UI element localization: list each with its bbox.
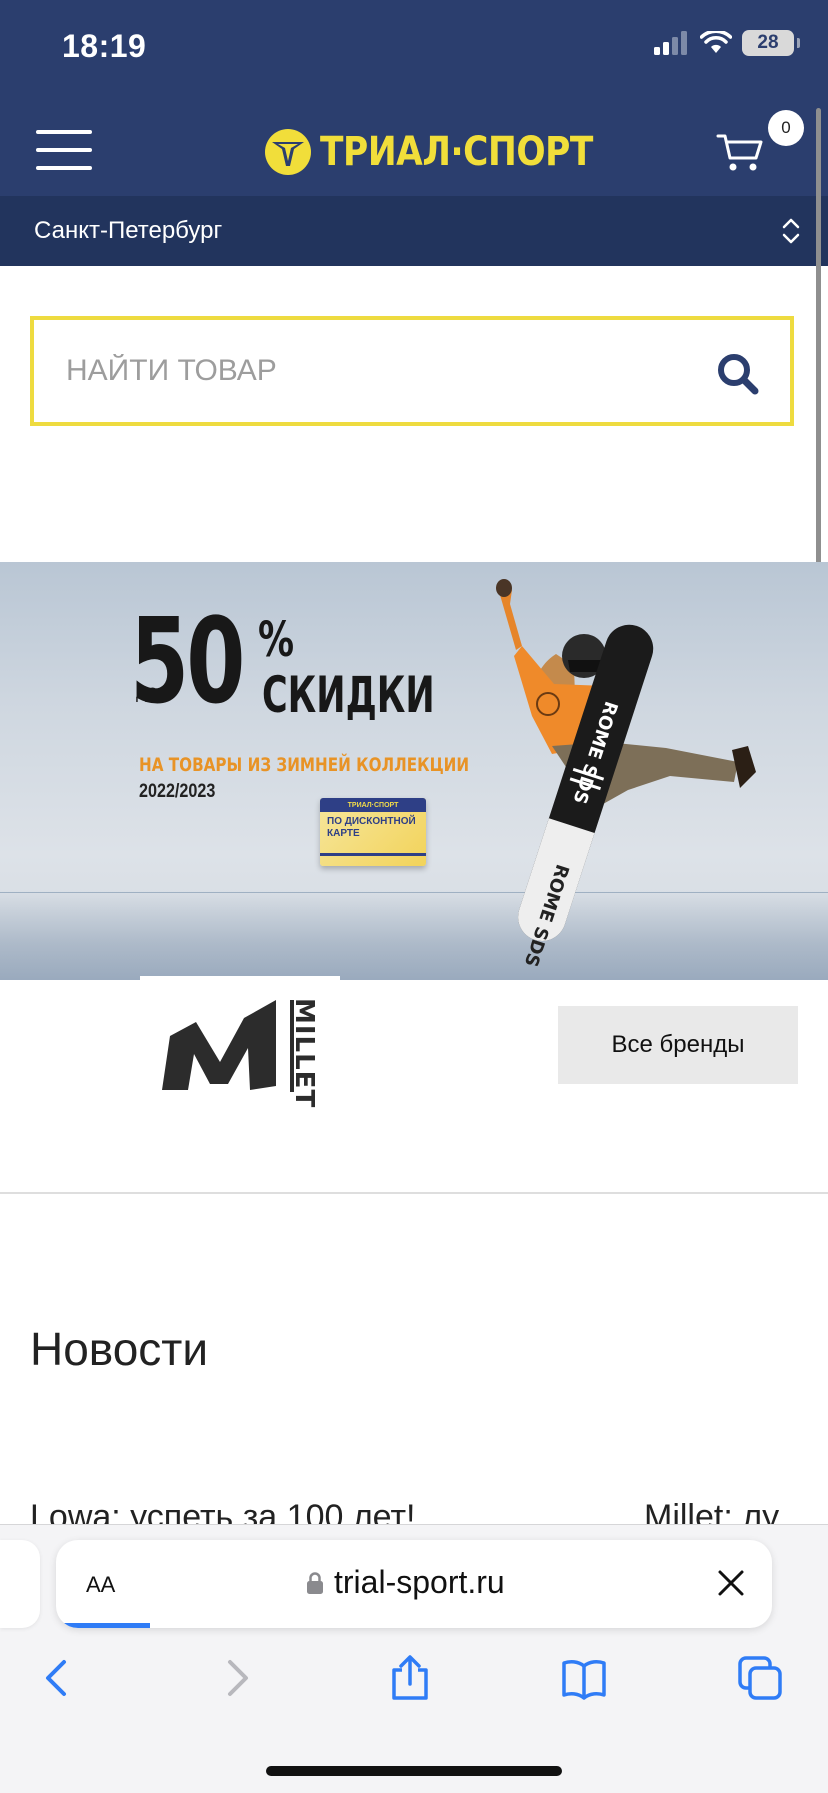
discount-card-text: ПО ДИСКОНТНОЙ КАРТЕ (327, 816, 416, 839)
promo-banner[interactable]: до 50 % СКИДКИ НА ТОВАРЫ ИЗ ЗИМНЕЙ КОЛЛЕ… (0, 562, 828, 980)
news-heading: Новости (30, 1323, 209, 1375)
bookmarks-icon[interactable] (560, 1654, 608, 1702)
url-text: trial-sport.ru (334, 1564, 505, 1600)
trial-sport-logo-icon (265, 129, 311, 175)
city-label: Санкт-Петербург (34, 217, 223, 244)
close-icon[interactable] (716, 1568, 746, 1598)
cellular-signal-icon (654, 31, 687, 55)
search-box (30, 316, 794, 426)
previous-tab-preview[interactable] (0, 1540, 40, 1628)
banner-headline: СКИДКИ (262, 666, 435, 724)
hamburger-line (36, 130, 92, 134)
battery-indicator: 28 (742, 30, 800, 56)
discount-card-brand: ТРИАЛ·СПОРТ (320, 798, 426, 812)
forward-icon[interactable] (212, 1654, 260, 1702)
brand-carousel-indicator (140, 976, 340, 982)
section-divider (0, 1192, 828, 1194)
all-brands-button[interactable]: Все бренды (558, 1006, 798, 1084)
banner-percent: % (258, 612, 295, 668)
status-indicators: 28 (654, 30, 800, 56)
cart-count-badge: 0 (768, 110, 804, 146)
tabs-icon[interactable] (736, 1654, 784, 1702)
snowboarder-image: ROME SDS ROME SDS (496, 579, 756, 969)
search-input[interactable] (64, 353, 688, 389)
hamburger-line (36, 166, 92, 170)
logo-text: ТРИАЛ·СПОРТ (320, 129, 593, 175)
hamburger-line (36, 148, 92, 152)
status-time: 18:19 (62, 28, 147, 64)
home-indicator (266, 1766, 562, 1776)
banner-discount-value: 50 (130, 592, 245, 730)
chevron-up-down-icon (782, 218, 800, 244)
cart-icon[interactable] (716, 132, 764, 174)
search-icon[interactable] (716, 352, 760, 396)
page-load-progress (56, 1623, 150, 1628)
font-size-label: AA (86, 1572, 116, 1597)
url-field[interactable]: trial-sport.ru (306, 1564, 505, 1601)
banner-subtitle: НА ТОВАРЫ ИЗ ЗИМНЕЙ КОЛЛЕКЦИИ (139, 754, 470, 776)
city-selector[interactable]: Санкт-Петербург (0, 196, 828, 266)
menu-button[interactable] (36, 130, 92, 170)
banner-season: 2022/2023 (139, 781, 216, 802)
millet-brand-logo[interactable]: MILLET (160, 996, 336, 1109)
site-logo[interactable]: ТРИАЛ·СПОРТ (264, 124, 637, 180)
back-icon[interactable] (34, 1654, 82, 1702)
discount-card-image: ТРИАЛ·СПОРТ ПО ДИСКОНТНОЙ КАРТЕ (320, 798, 426, 866)
wifi-icon (700, 31, 732, 53)
share-icon[interactable] (386, 1654, 434, 1702)
discount-card-stripe (320, 853, 426, 856)
millet-logo-text: MILLET (289, 998, 319, 1109)
address-bar[interactable]: AA trial-sport.ru (56, 1540, 772, 1628)
millet-logo-icon (162, 1000, 276, 1090)
lock-icon (307, 1571, 323, 1594)
reader-settings-button[interactable]: AA (86, 1566, 115, 1600)
